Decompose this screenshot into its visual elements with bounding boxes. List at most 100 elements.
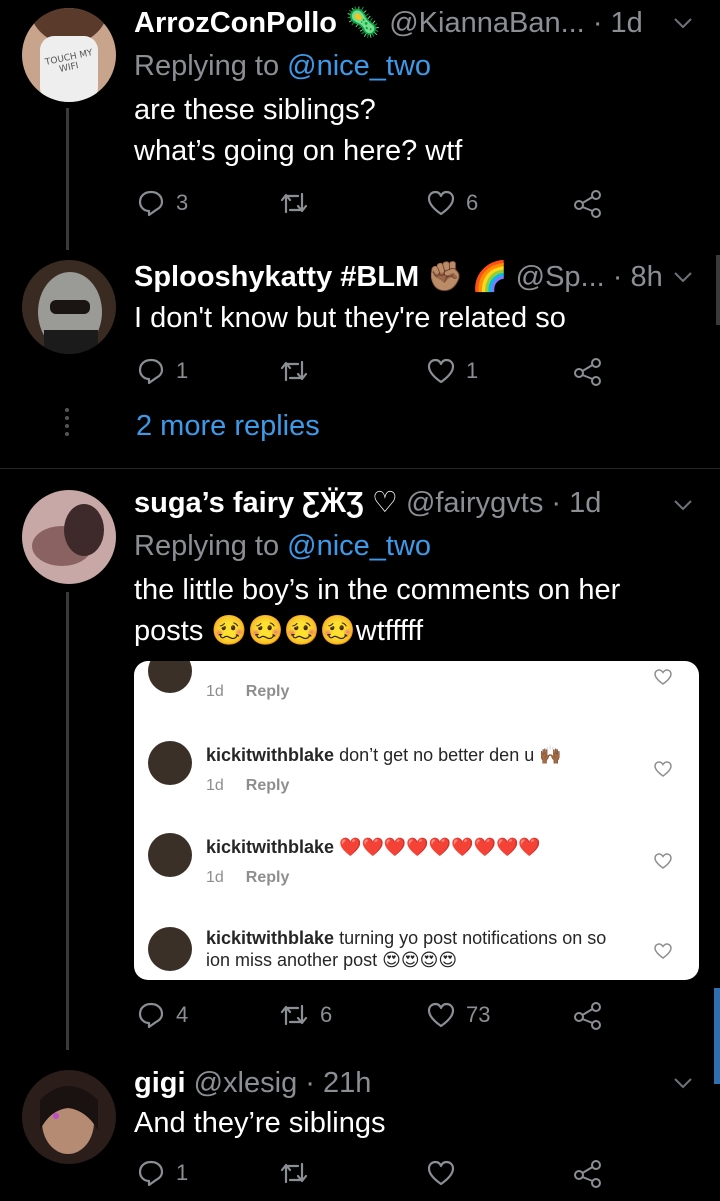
speech-bubble-icon xyxy=(138,358,164,385)
heart-icon xyxy=(427,358,455,384)
comment-username: kickitwithblake xyxy=(206,837,335,857)
avatar[interactable] xyxy=(22,260,116,354)
tweet-gigi[interactable]: gigi @xlesig · 21h And they’re siblings … xyxy=(0,1058,720,1201)
avatar[interactable] xyxy=(22,490,116,584)
like-button[interactable]: 1 xyxy=(426,356,478,386)
share-button[interactable] xyxy=(572,1158,604,1188)
handle[interactable]: @fairygvts xyxy=(406,487,543,519)
retweet-button[interactable] xyxy=(278,188,320,218)
replying-to: Replying to @nice_two xyxy=(134,49,431,83)
comment-text: kickitwithblake ❤️❤️❤️❤️❤️❤️❤️❤️❤️ xyxy=(206,836,626,858)
reply-button[interactable]: 3 xyxy=(136,188,188,218)
comment-body: ❤️❤️❤️❤️❤️❤️❤️❤️❤️ xyxy=(334,837,541,857)
comment-avatar xyxy=(148,741,192,785)
heart-icon xyxy=(427,1002,455,1028)
speech-bubble-icon xyxy=(138,1160,164,1187)
share-icon xyxy=(574,358,601,386)
comment-text: kickitwithblake turning yo post notifica… xyxy=(206,927,626,971)
speech-bubble-icon xyxy=(138,190,164,217)
retweet-button[interactable]: 6 xyxy=(278,1000,332,1030)
scrollbar-top-edge xyxy=(716,255,720,325)
replying-prefix: Replying to xyxy=(134,50,288,82)
reply-count: 1 xyxy=(176,358,189,383)
comment-username: kickitwithblake xyxy=(206,928,335,948)
comment-row: kickitwithblake don’t get no better den … xyxy=(134,741,699,811)
reply-button[interactable]: 1 xyxy=(136,356,188,386)
replying-handle-link[interactable]: @nice_two xyxy=(287,50,431,82)
comment-reply-button: Reply xyxy=(245,683,290,700)
attached-image-card[interactable]: kickitwithblake 😍😍😍😍😍😍😍😍 1d Reply kickitw… xyxy=(134,661,699,980)
display-name[interactable]: gigi xyxy=(134,1067,186,1099)
thread-line xyxy=(66,592,69,1050)
replying-to: Replying to @nice_two xyxy=(134,529,431,563)
heart-icon xyxy=(654,853,672,869)
retweet-icon xyxy=(280,192,308,214)
reply-count: 4 xyxy=(176,1002,189,1027)
comment-meta: 1d Reply xyxy=(206,869,289,887)
tweet-header: gigi @xlesig · 21h xyxy=(134,1066,371,1100)
avatar[interactable] xyxy=(22,1070,116,1164)
chevron-down-icon[interactable] xyxy=(672,1072,694,1094)
comment-age: 1d xyxy=(206,869,224,886)
reply-count: 1 xyxy=(176,1160,189,1185)
reply-button[interactable]: 1 xyxy=(136,1158,188,1188)
comment-username: kickitwithblake xyxy=(206,745,335,765)
comment-reply-button: Reply xyxy=(245,869,290,886)
scrollbar[interactable] xyxy=(714,988,720,1084)
more-replies-link[interactable]: 2 more replies xyxy=(136,410,320,443)
comment-text: kickitwithblake 😍😍😍😍😍😍😍😍 xyxy=(206,661,626,663)
collapsed-thread-dots xyxy=(65,408,69,440)
chevron-down-icon[interactable] xyxy=(672,12,694,34)
action-bar: 1 xyxy=(136,1158,616,1192)
handle[interactable]: @Sp... xyxy=(516,261,605,293)
chevron-down-icon[interactable] xyxy=(672,266,694,288)
comment-body: don’t get no better den u 🙌🏾 xyxy=(334,745,562,765)
timestamp: · 21h xyxy=(305,1067,372,1099)
chevron-down-icon[interactable] xyxy=(672,494,694,516)
handle[interactable]: @KiannaBan... xyxy=(389,7,585,39)
heart-icon xyxy=(427,190,455,216)
timestamp: · 1d xyxy=(551,487,602,519)
retweet-icon xyxy=(280,1162,308,1184)
replying-prefix: Replying to xyxy=(134,530,288,562)
retweet-icon xyxy=(280,1004,308,1026)
share-icon xyxy=(574,190,601,218)
speech-bubble-icon xyxy=(138,1002,164,1029)
divider xyxy=(0,468,720,469)
retweet-button[interactable] xyxy=(278,1158,310,1188)
heart-icon xyxy=(427,1160,455,1186)
comment-avatar xyxy=(148,927,192,971)
timestamp: · 1d xyxy=(592,7,643,39)
tweet-splooshykatty[interactable]: Splooshykatty #BLM ✊🏽 🌈 @Sp... · 8h I do… xyxy=(0,250,720,465)
comment-avatar xyxy=(148,661,192,693)
tweet-arrozconpollo[interactable]: TOUCH MY WIFI ArrozConPollo 🦠 @KiannaBan.… xyxy=(0,0,720,250)
avatar[interactable]: TOUCH MY WIFI xyxy=(22,8,116,102)
display-name[interactable]: Splooshykatty #BLM xyxy=(134,261,419,293)
retweet-icon xyxy=(280,360,308,382)
tweet-text: And they’re siblings xyxy=(134,1107,386,1139)
share-icon xyxy=(574,1002,601,1030)
comment-meta: 1d Reply xyxy=(206,777,289,795)
heart-icon xyxy=(654,761,672,777)
like-button[interactable]: 6 xyxy=(426,188,478,218)
replying-handle-link[interactable]: @nice_two xyxy=(287,530,431,562)
comment-row: kickitwithblake turning yo post notifica… xyxy=(134,925,699,980)
share-button[interactable] xyxy=(572,1000,604,1030)
handle[interactable]: @xlesig xyxy=(194,1067,298,1099)
retweet-button[interactable] xyxy=(278,356,320,386)
timestamp: · 8h xyxy=(612,261,663,293)
like-button[interactable] xyxy=(426,1158,456,1188)
reply-button[interactable]: 4 xyxy=(136,1000,188,1030)
tweet-header: suga’s fairy ƸӜƷ ♡ @fairygvts · 1d xyxy=(134,486,601,520)
comment-username: kickitwithblake xyxy=(206,661,334,662)
display-name[interactable]: ArrozConPollo xyxy=(134,7,337,39)
like-button[interactable]: 73 xyxy=(426,1000,490,1030)
share-button[interactable] xyxy=(572,356,604,386)
comment-avatar xyxy=(148,833,192,877)
share-icon xyxy=(574,1160,601,1188)
action-bar: 3 6 xyxy=(136,188,616,222)
display-name[interactable]: suga’s fairy ƸӜƷ ♡ xyxy=(134,487,398,519)
share-button[interactable] xyxy=(572,188,604,218)
comment-row: kickitwithblake 😍😍😍😍😍😍😍😍 1d Reply xyxy=(134,661,699,719)
tweet-header: ArrozConPollo 🦠 @KiannaBan... · 1d xyxy=(134,6,643,40)
